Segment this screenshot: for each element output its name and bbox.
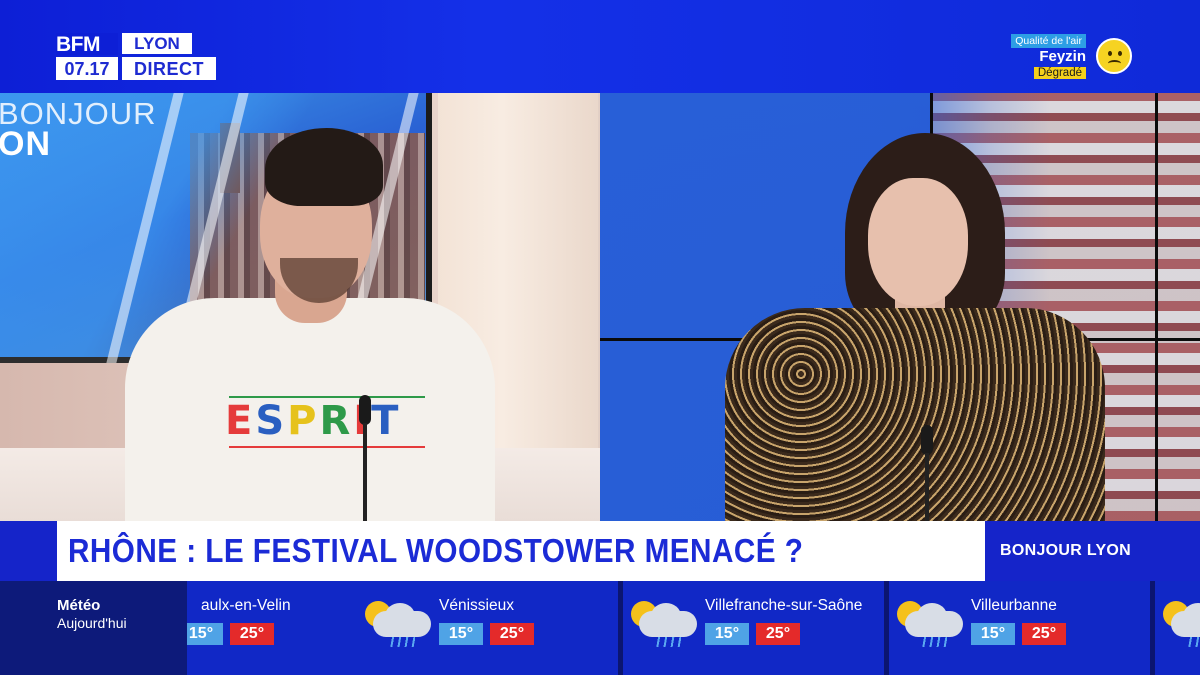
mic-stand-left [363,423,367,521]
mic-stand-right [925,453,929,521]
logo-city: LYON [122,33,192,54]
weather-max: 25° [1022,623,1066,645]
weather-item: Vénissieux 15° 25° [357,581,622,675]
weather-town: Villeurbanne [971,597,1057,614]
weather-ticker: Météo Aujourd'hui aulx-en-Velin 15° 25° … [0,581,1200,675]
weather-min: 15° [971,623,1015,645]
weather-item: aulx-en-Velin 15° 25° [187,581,362,675]
weather-max: 25° [756,623,800,645]
air-quality-widget: Qualité de l'air Feyzin Dégradé [1008,32,1138,82]
headline-text: RHÔNE : LE FESTIVAL WOODSTOWER MENACÉ ? [68,532,804,569]
weather-town: Villefranche-sur-Saône [705,597,863,614]
weather-title: Météo [57,597,101,614]
headline-bar: RHÔNE : LE FESTIVAL WOODSTOWER MENACÉ ? [57,521,985,581]
show-tag: BONJOUR LYON [985,521,1200,581]
air-quality-label: Qualité de l'air [1011,34,1086,48]
headline-left-fill [0,521,57,581]
microphone-right [921,425,933,455]
sad-face-icon [1096,38,1132,74]
sweater-logo: ESPRIT [225,398,402,444]
air-quality-place: Feyzin [1039,48,1086,65]
channel-logo: BFM LYON 07.17 DIRECT [56,33,216,80]
weather-subtitle: Aujourd'hui [57,615,127,631]
weather-town: Vénissieux [439,597,514,614]
sun-cloud-rain-icon [1161,599,1200,647]
sun-cloud-rain-icon [895,599,965,647]
weather-item: Villeurbanne 15° 25° [889,581,1154,675]
sun-cloud-rain-icon [629,599,699,647]
sun-cloud-rain-icon [363,599,433,647]
weather-min: 15° [187,623,223,645]
studio-scene: BONJOUR ON ESPRIT [0,93,1200,521]
clock-time: 07.17 [56,57,118,80]
weather-items: aulx-en-Velin 15° 25° Vénissieux 15° 25°… [187,581,1200,675]
weather-min: 15° [439,623,483,645]
show-name: BONJOUR LYON [1000,542,1132,559]
weather-max: 25° [230,623,274,645]
presenter-woman [725,133,1115,521]
weather-town: aulx-en-Velin [201,597,291,614]
weather-item: Villefranche-sur-Saône 15° 25° [623,581,888,675]
logo-brand: BFM [56,33,118,55]
air-quality-status: Dégradé [1033,67,1086,79]
guest-man: ESPRIT [125,128,495,521]
microphone-left [359,395,371,425]
weather-item [1155,581,1200,675]
live-badge: DIRECT [122,57,216,80]
weather-label: Météo Aujourd'hui [0,581,187,675]
weather-max: 25° [490,623,534,645]
weather-min: 15° [705,623,749,645]
